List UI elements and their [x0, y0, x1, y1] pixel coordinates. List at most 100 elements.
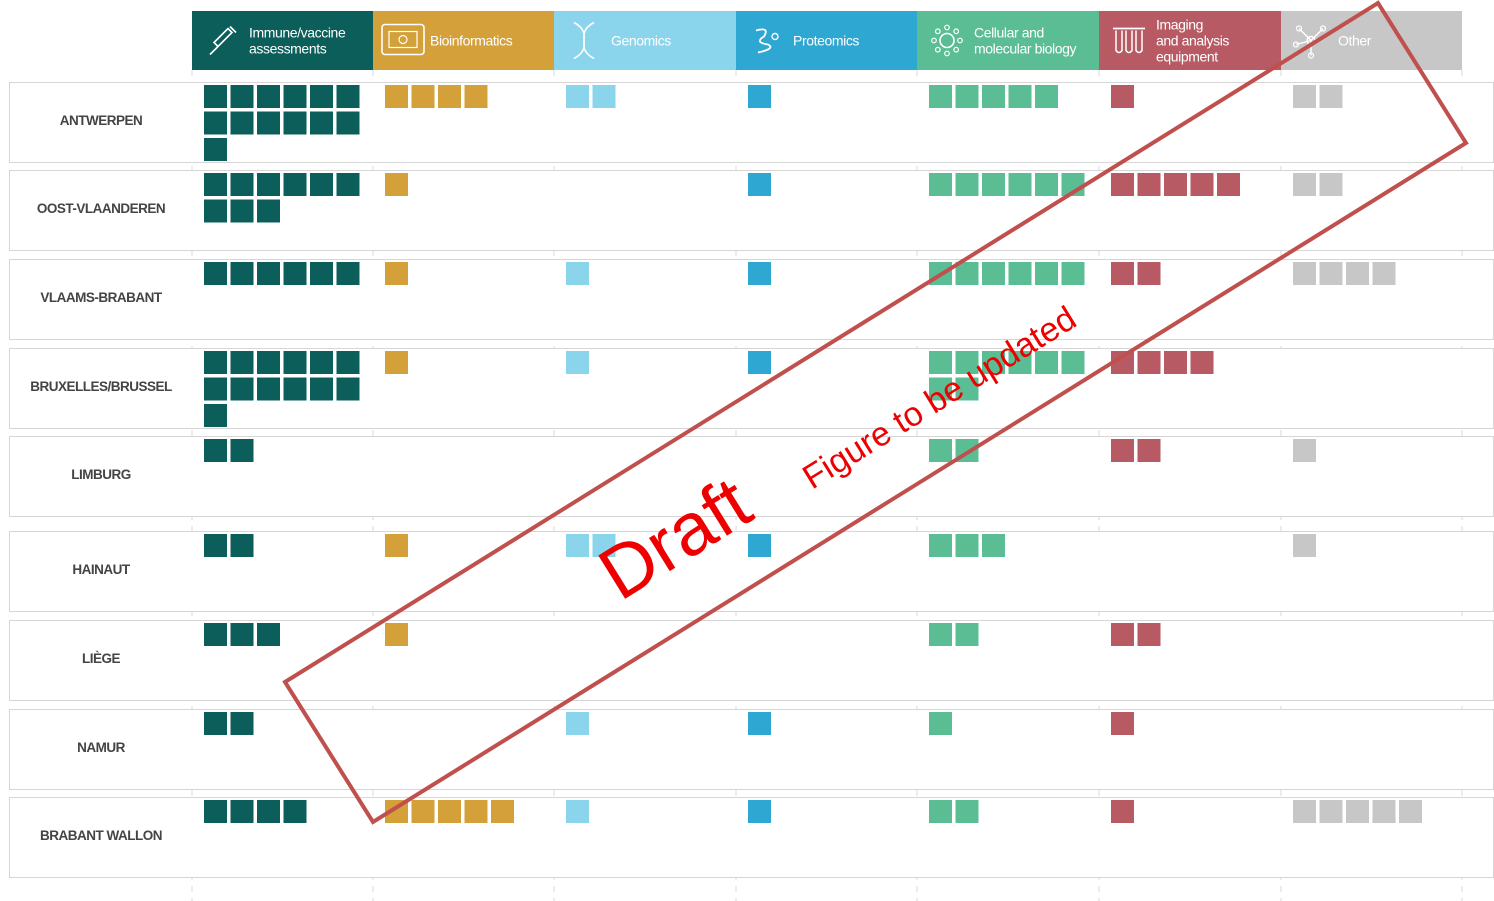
column-label: Immune/vaccine — [249, 25, 346, 41]
count-square — [929, 800, 952, 823]
count-square — [1293, 173, 1316, 196]
count-square — [230, 262, 254, 285]
count-square — [336, 111, 360, 135]
count-square — [1137, 439, 1161, 462]
count-square — [955, 85, 979, 108]
count-square — [204, 439, 227, 462]
count-square — [385, 262, 408, 285]
count-square — [230, 623, 254, 646]
count-square — [336, 351, 360, 374]
count-square — [1111, 439, 1134, 462]
count-square — [283, 262, 307, 285]
column-label: equipment — [1156, 49, 1218, 65]
count-square — [1217, 173, 1240, 196]
count-square — [1111, 262, 1134, 285]
count-square — [1164, 351, 1187, 374]
count-square — [955, 800, 979, 823]
header-cell: Genomics — [554, 11, 736, 70]
column-label: Proteomics — [793, 33, 859, 49]
count-square — [1111, 712, 1134, 735]
count-square — [257, 623, 280, 646]
count-square — [929, 85, 952, 108]
count-square — [1190, 173, 1214, 196]
column-label: molecular biology — [974, 41, 1077, 57]
count-square — [955, 623, 979, 646]
count-square — [385, 623, 408, 646]
count-square — [748, 262, 771, 285]
count-square — [929, 712, 952, 735]
count-square — [1293, 534, 1316, 557]
count-square — [257, 377, 280, 401]
count-square — [982, 85, 1005, 108]
count-square — [411, 800, 435, 823]
count-square — [1319, 800, 1343, 823]
count-square — [566, 262, 589, 285]
count-square — [336, 173, 360, 196]
count-square — [1319, 262, 1343, 285]
count-square — [204, 623, 227, 646]
count-square — [385, 534, 408, 557]
count-square — [1061, 351, 1085, 374]
count-square — [982, 534, 1005, 557]
count-square — [1137, 262, 1161, 285]
count-square — [385, 85, 408, 108]
count-square — [230, 800, 254, 823]
count-square — [230, 173, 254, 196]
row-label: BRUXELLES/BRUSSEL — [30, 379, 172, 394]
count-square — [1008, 173, 1032, 196]
header-cell: Other — [1281, 11, 1462, 70]
count-square — [336, 262, 360, 285]
count-square — [204, 712, 227, 735]
count-square — [257, 111, 280, 135]
count-square — [204, 173, 227, 196]
count-square — [283, 800, 307, 823]
count-square — [1111, 623, 1134, 646]
count-square — [464, 85, 488, 108]
count-square — [748, 351, 771, 374]
row-label: VLAAMS-BRABANT — [40, 290, 162, 305]
count-square — [204, 800, 227, 823]
count-square — [566, 800, 589, 823]
count-square — [230, 439, 254, 462]
count-square — [1035, 173, 1058, 196]
count-square — [310, 111, 333, 135]
count-square — [283, 173, 307, 196]
count-square — [204, 85, 227, 108]
count-square — [257, 199, 280, 223]
chart-svg: Immune/vaccineassessments Bioinformatics G… — [9, 0, 1494, 901]
count-square — [1137, 173, 1161, 196]
count-square — [1372, 262, 1396, 285]
count-square — [1319, 85, 1343, 108]
count-square — [257, 351, 280, 374]
count-square — [1190, 351, 1214, 374]
count-square — [1293, 800, 1316, 823]
count-square — [257, 800, 280, 823]
count-square — [204, 262, 227, 285]
count-square — [230, 111, 254, 135]
count-square — [230, 85, 254, 108]
count-square — [230, 712, 254, 735]
count-square — [955, 173, 979, 196]
count-square — [748, 173, 771, 196]
count-square — [411, 85, 435, 108]
count-square — [230, 377, 254, 401]
count-square — [204, 534, 227, 557]
count-square — [929, 623, 952, 646]
header-cell: Proteomics — [736, 11, 917, 70]
count-square — [929, 534, 952, 557]
column-label: Other — [1338, 33, 1372, 49]
row-label: OOST-VLAANDEREN — [36, 201, 166, 216]
count-square — [385, 351, 408, 374]
count-square — [1111, 85, 1134, 108]
count-square — [982, 262, 1005, 285]
count-square — [204, 377, 227, 401]
count-square — [283, 351, 307, 374]
count-square — [1346, 262, 1369, 285]
header-cell: Immune/vaccineassessments — [192, 11, 373, 70]
header-background — [1281, 11, 1462, 70]
row-label: BRABANT WALLON — [40, 828, 162, 843]
row-label: HAINAUT — [72, 562, 130, 577]
row-label: NAMUR — [77, 740, 125, 755]
count-square — [283, 85, 307, 108]
count-square — [310, 351, 333, 374]
